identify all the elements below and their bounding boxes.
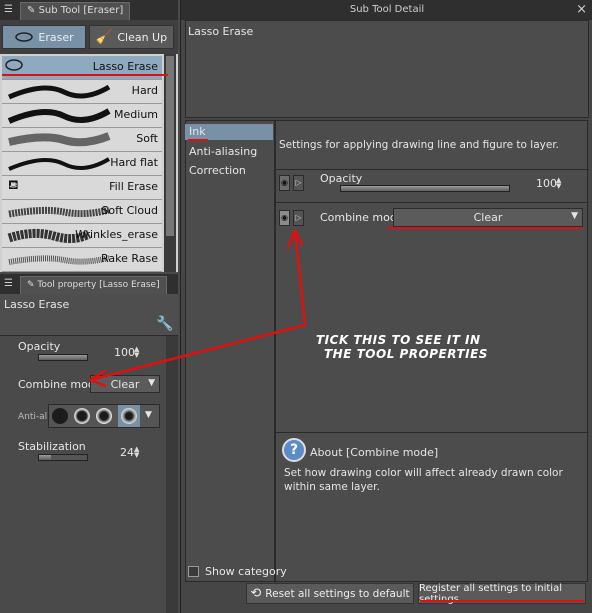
annotation-text-line1: TICK THIS TO SEE IT IN: [316, 333, 481, 347]
annotation-text-line2: THE TOOL PROPERTIES: [324, 347, 488, 361]
annotation-arrows: [89, 229, 307, 388]
